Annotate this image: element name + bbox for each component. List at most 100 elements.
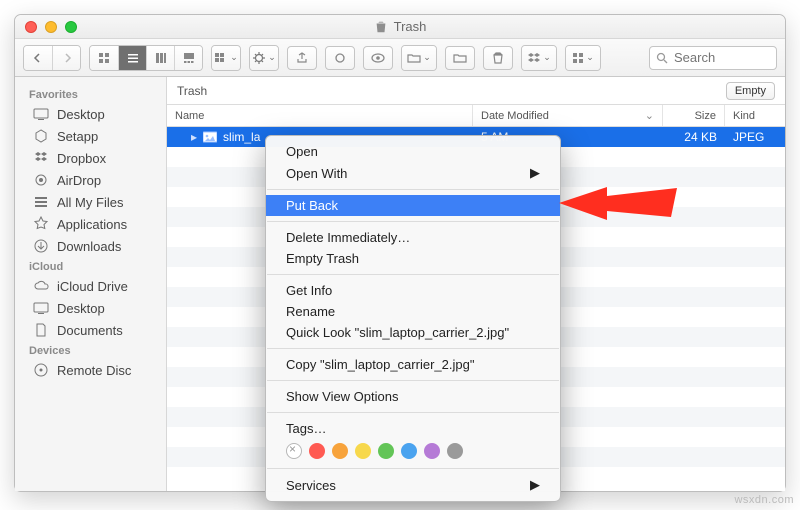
column-name[interactable]: Name (167, 105, 473, 126)
tag-gray[interactable] (447, 443, 463, 459)
documents-icon (33, 322, 49, 338)
column-view-button[interactable] (146, 46, 174, 70)
menu-open-with[interactable]: Open With▶ (266, 162, 560, 184)
annotation-arrow (559, 183, 679, 243)
back-button[interactable] (24, 46, 52, 70)
menu-separator (267, 468, 559, 469)
forward-button[interactable] (52, 46, 80, 70)
quick-look-button[interactable] (363, 46, 393, 70)
extra-action-button[interactable]: ⌄ (566, 46, 600, 70)
menu-get-info[interactable]: Get Info (266, 280, 560, 301)
menu-separator (267, 274, 559, 275)
menu-separator (267, 221, 559, 222)
sidebar-section-devices: Devices (15, 341, 166, 359)
column-kind[interactable]: Kind (725, 105, 785, 126)
window-controls (25, 21, 77, 33)
menu-separator (267, 380, 559, 381)
menu-separator (267, 189, 559, 190)
icon-view-button[interactable] (90, 46, 118, 70)
menu-open[interactable]: Open (266, 141, 560, 162)
sidebar-item-iclouddrive[interactable]: iCloud Drive (15, 275, 166, 297)
menu-tags[interactable]: Tags… (266, 418, 560, 439)
search-icon (656, 52, 668, 64)
tag-red[interactable] (309, 443, 325, 459)
search-input[interactable] (674, 50, 770, 65)
submenu-arrow-icon: ▶ (530, 477, 540, 493)
menu-separator (267, 348, 559, 349)
sidebar-section-favorites: Favorites (15, 85, 166, 103)
file-kind: JPEG (725, 130, 785, 144)
disc-icon (33, 362, 49, 378)
sidebar-item-documents[interactable]: Documents (15, 319, 166, 341)
menu-put-back[interactable]: Put Back (266, 195, 560, 216)
icloud-icon (33, 278, 49, 294)
close-window-button[interactable] (25, 21, 37, 33)
column-date[interactable]: Date Modified⌄ (473, 105, 663, 126)
sidebar-section-icloud: iCloud (15, 257, 166, 275)
context-menu: Open Open With▶ Put Back Delete Immediat… (265, 135, 561, 502)
file-name: slim_la (223, 130, 260, 144)
nav-buttons (23, 45, 81, 71)
menu-copy[interactable]: Copy "slim_laptop_carrier_2.jpg" (266, 354, 560, 375)
trash-icon (374, 20, 388, 34)
menu-separator (267, 412, 559, 413)
sidebar-item-icloud-desktop[interactable]: Desktop (15, 297, 166, 319)
tag-yellow[interactable] (355, 443, 371, 459)
minimize-window-button[interactable] (45, 21, 57, 33)
submenu-arrow-icon: ▶ (530, 165, 540, 181)
list-view-button[interactable] (118, 46, 146, 70)
sidebar-item-applications[interactable]: Applications (15, 213, 166, 235)
sidebar-item-allmyfiles[interactable]: All My Files (15, 191, 166, 213)
dropbox-button[interactable]: ⌄ (522, 46, 556, 70)
search-field[interactable] (649, 46, 777, 70)
file-size: 24 KB (663, 130, 725, 144)
sidebar-item-dropbox[interactable]: Dropbox (15, 147, 166, 169)
applications-icon (33, 216, 49, 232)
tags-color-row (266, 439, 560, 463)
dropbox-icon (33, 150, 49, 166)
downloads-icon (33, 238, 49, 254)
chevron-down-icon: ⌄ (645, 109, 654, 122)
sidebar-item-remotedisc[interactable]: Remote Disc (15, 359, 166, 381)
arrange-button[interactable]: ⌄ (212, 46, 240, 70)
sidebar-item-airdrop[interactable]: AirDrop (15, 169, 166, 191)
folder-dropdown-button[interactable]: ⌄ (402, 46, 436, 70)
menu-delete-immediately[interactable]: Delete Immediately… (266, 227, 560, 248)
tag-purple[interactable] (424, 443, 440, 459)
sidebar: Favorites Desktop Setapp Dropbox AirDrop… (15, 77, 167, 491)
tag-green[interactable] (378, 443, 394, 459)
desktop-icon (33, 106, 49, 122)
new-folder-button[interactable] (445, 46, 475, 70)
tag-orange[interactable] (332, 443, 348, 459)
watermark: wsxdn.com (734, 494, 794, 506)
menu-quick-look[interactable]: Quick Look "slim_laptop_carrier_2.jpg" (266, 322, 560, 343)
menu-services[interactable]: Services▶ (266, 474, 560, 496)
sidebar-item-downloads[interactable]: Downloads (15, 235, 166, 257)
gallery-view-button[interactable] (174, 46, 202, 70)
menu-rename[interactable]: Rename (266, 301, 560, 322)
titlebar: Trash (15, 15, 785, 39)
column-headers: Name Date Modified⌄ Size Kind (167, 105, 785, 127)
desktop-icon (33, 300, 49, 316)
column-size[interactable]: Size (663, 105, 725, 126)
file-triangle-icon: ▸ (191, 130, 197, 144)
toolbar: ⌄ ⌄ ⌄ ⌄ ⌄ (15, 39, 785, 77)
tag-blue[interactable] (401, 443, 417, 459)
empty-trash-button[interactable]: Empty (726, 82, 775, 100)
menu-empty-trash[interactable]: Empty Trash (266, 248, 560, 269)
zoom-window-button[interactable] (65, 21, 77, 33)
share-button[interactable] (287, 46, 317, 70)
location-label: Trash (177, 84, 207, 98)
tag-none[interactable] (286, 443, 302, 459)
edit-tags-button[interactable] (325, 46, 355, 70)
delete-button[interactable] (483, 46, 513, 70)
menu-show-view-options[interactable]: Show View Options (266, 386, 560, 407)
action-button[interactable]: ⌄ (250, 46, 278, 70)
finder-window: Trash ⌄ ⌄ ⌄ (14, 14, 786, 492)
file-icon (203, 131, 217, 143)
allfiles-icon (33, 194, 49, 210)
sidebar-item-setapp[interactable]: Setapp (15, 125, 166, 147)
view-mode-buttons (89, 45, 203, 71)
sidebar-item-desktop[interactable]: Desktop (15, 103, 166, 125)
window-title: Trash (394, 19, 427, 34)
